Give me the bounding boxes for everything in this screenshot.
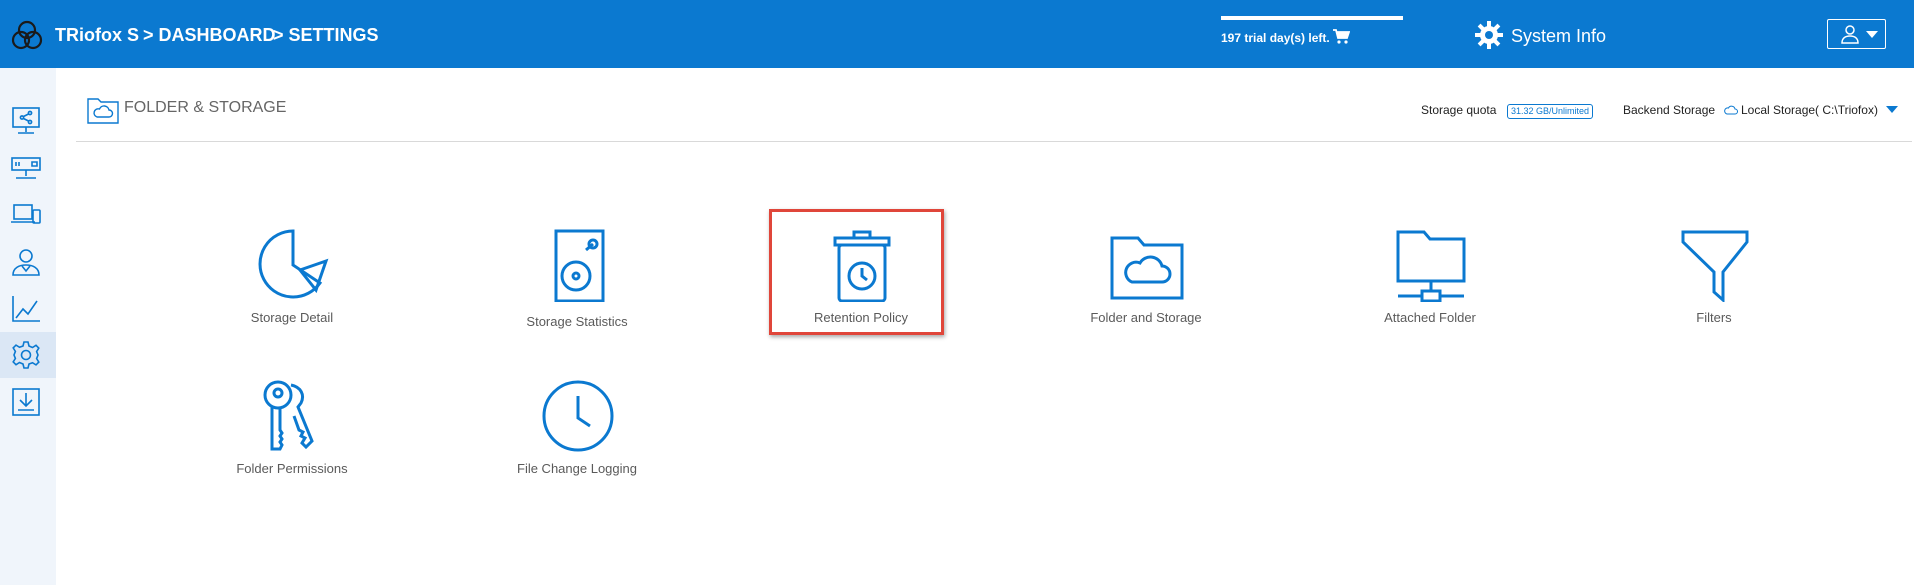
trial-progress-bar <box>1221 16 1403 20</box>
sidebar-item-reports[interactable] <box>0 286 56 332</box>
tile-file-change-logging[interactable]: File Change Logging <box>477 379 677 499</box>
tile-storage-detail[interactable]: Storage Detail <box>192 228 392 348</box>
tile-label: Attached Folder <box>1384 310 1476 325</box>
funnel-icon <box>1681 230 1749 302</box>
tile-folder-permissions[interactable]: Folder Permissions <box>192 379 392 499</box>
keys-icon <box>263 380 314 451</box>
tile-label: Retention Policy <box>814 310 908 325</box>
cloud-folder-icon <box>1110 236 1184 300</box>
cloud-folder-icon <box>87 98 119 124</box>
breadcrumb-dashboard[interactable]: > DASHBOARD <box>143 25 276 46</box>
tile-label: Folder and Storage <box>1090 310 1202 325</box>
download-icon <box>12 388 40 416</box>
tile-label: Filters <box>1696 310 1732 325</box>
tile-storage-statistics[interactable]: Storage Statistics <box>477 228 677 348</box>
pie-chart-icon <box>258 229 329 299</box>
user-icon <box>12 249 40 276</box>
tile-label: Storage Statistics <box>526 314 628 329</box>
sidebar-item-users[interactable] <box>0 239 56 285</box>
user-icon <box>1841 25 1859 44</box>
sidebar-item-share[interactable] <box>0 98 56 144</box>
triofox-logo-icon[interactable] <box>10 18 44 52</box>
sidebar-item-settings[interactable] <box>0 332 56 378</box>
gear-icon[interactable] <box>1475 21 1503 49</box>
top-bar: TRiofox S > DASHBOARD > SETTINGS 197 tri… <box>0 0 1914 68</box>
server-icon <box>11 157 41 179</box>
tile-filters[interactable]: Filters <box>1614 228 1814 348</box>
clock-icon <box>542 380 614 452</box>
trial-days-text: 197 trial day(s) left. <box>1221 31 1330 45</box>
tile-retention-policy[interactable]: Retention Policy <box>761 228 961 348</box>
cloud-icon <box>1724 105 1738 115</box>
backend-storage-value[interactable]: Local Storage( C:\Triofox) <box>1741 103 1878 117</box>
sidebar-item-servers[interactable] <box>0 145 56 191</box>
tile-label: Storage Detail <box>250 310 334 325</box>
user-menu-button[interactable] <box>1827 19 1886 49</box>
sidebar-item-downloads[interactable] <box>0 379 56 425</box>
divider <box>76 141 1912 142</box>
chevron-down-icon <box>1866 31 1878 38</box>
settings-icon <box>12 341 40 369</box>
backend-storage-label: Backend Storage <box>1623 103 1716 117</box>
system-info-link[interactable]: System Info <box>1511 26 1606 47</box>
brand-name[interactable]: TRiofox S <box>55 25 139 46</box>
share-screen-icon <box>12 107 40 134</box>
chevron-down-icon[interactable] <box>1886 106 1898 113</box>
tile-label: File Change Logging <box>517 461 637 476</box>
cart-icon[interactable] <box>1332 29 1350 45</box>
tile-label: Folder Permissions <box>236 461 348 476</box>
page-title: FOLDER & STORAGE <box>124 99 287 116</box>
trash-clock-icon <box>833 230 891 302</box>
tile-attached-folder[interactable]: Attached Folder <box>1330 228 1530 348</box>
sidebar <box>0 68 56 585</box>
tile-folder-and-storage[interactable]: Folder and Storage <box>1046 228 1246 348</box>
hard-disk-icon <box>554 229 605 302</box>
sidebar-item-devices[interactable] <box>0 192 56 238</box>
chart-icon <box>12 296 40 322</box>
network-folder-icon <box>1396 230 1466 302</box>
storage-quota-label: Storage quota <box>1421 103 1497 117</box>
breadcrumb-settings[interactable]: > SETTINGS <box>273 25 379 46</box>
storage-quota-badge: 31.32 GB/Unlimited <box>1507 104 1594 119</box>
devices-icon <box>11 204 41 224</box>
